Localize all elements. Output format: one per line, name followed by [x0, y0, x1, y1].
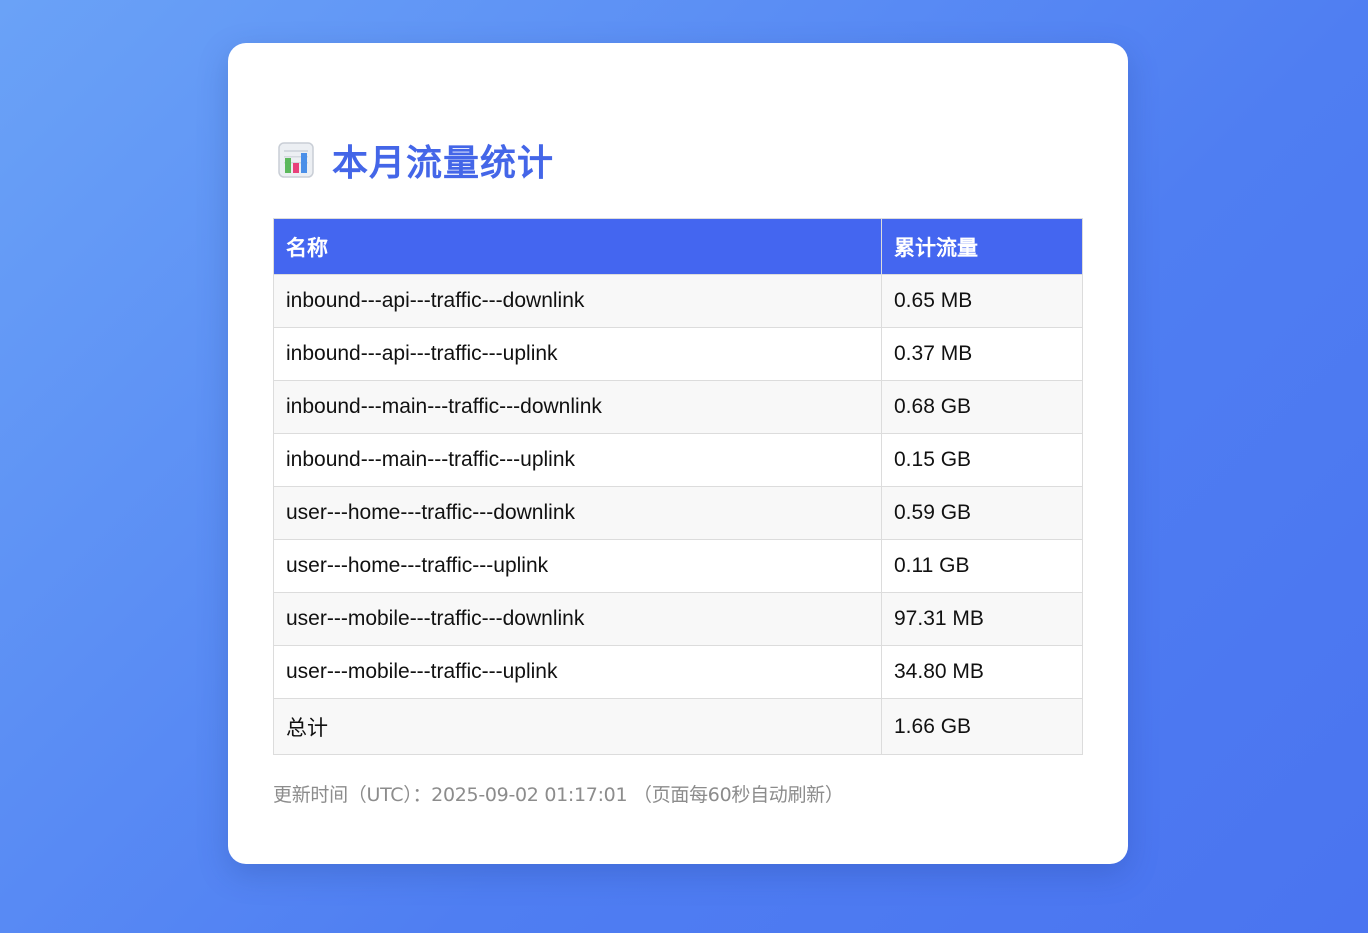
- row-name: user---home---traffic---downlink: [273, 486, 882, 540]
- row-value: 0.11 GB: [881, 539, 1083, 593]
- row-value: 0.68 GB: [881, 380, 1083, 434]
- table-row: user---home---traffic---downlink 0.59 GB: [273, 486, 1083, 540]
- row-name: inbound---main---traffic---downlink: [273, 380, 882, 434]
- total-label: 总计: [273, 698, 882, 755]
- table-header-row: 名称 累计流量: [273, 218, 1083, 275]
- row-name: user---mobile---traffic---uplink: [273, 645, 882, 699]
- page-header: 本月流量统计: [278, 138, 554, 184]
- bar-chart-icon: [278, 142, 314, 178]
- row-name: inbound---main---traffic---uplink: [273, 433, 882, 487]
- row-name: user---home---traffic---uplink: [273, 539, 882, 593]
- row-name: inbound---api---traffic---downlink: [273, 274, 882, 328]
- row-value: 0.37 MB: [881, 327, 1083, 381]
- table-row: user---mobile---traffic---uplink 34.80 M…: [273, 645, 1083, 699]
- table-row: user---mobile---traffic---downlink 97.31…: [273, 592, 1083, 646]
- row-value: 0.59 GB: [881, 486, 1083, 540]
- table-row: inbound---main---traffic---uplink 0.15 G…: [273, 433, 1083, 487]
- column-header-traffic: 累计流量: [881, 218, 1083, 275]
- row-value: 97.31 MB: [881, 592, 1083, 646]
- total-value: 1.66 GB: [881, 698, 1083, 755]
- column-header-name: 名称: [273, 218, 882, 275]
- row-name: user---mobile---traffic---downlink: [273, 592, 882, 646]
- row-value: 0.65 MB: [881, 274, 1083, 328]
- row-name: inbound---api---traffic---uplink: [273, 327, 882, 381]
- page-title: 本月流量统计: [332, 143, 555, 184]
- table-row: inbound---main---traffic---downlink 0.68…: [273, 380, 1083, 434]
- update-time-note: 更新时间（UTC）：2025-09-02 01:17:01 （页面每60秒自动刷…: [273, 784, 844, 806]
- row-value: 0.15 GB: [881, 433, 1083, 487]
- traffic-table: 名称 累计流量 inbound---api---traffic---downli…: [273, 218, 1083, 755]
- row-value: 34.80 MB: [881, 645, 1083, 699]
- table-row: inbound---api---traffic---uplink 0.37 MB: [273, 327, 1083, 381]
- table-row: inbound---api---traffic---downlink 0.65 …: [273, 274, 1083, 328]
- table-row: user---home---traffic---uplink 0.11 GB: [273, 539, 1083, 593]
- table-total-row: 总计 1.66 GB: [273, 698, 1083, 755]
- stats-card: 本月流量统计 名称 累计流量 inbound---api---traffic--…: [228, 43, 1128, 864]
